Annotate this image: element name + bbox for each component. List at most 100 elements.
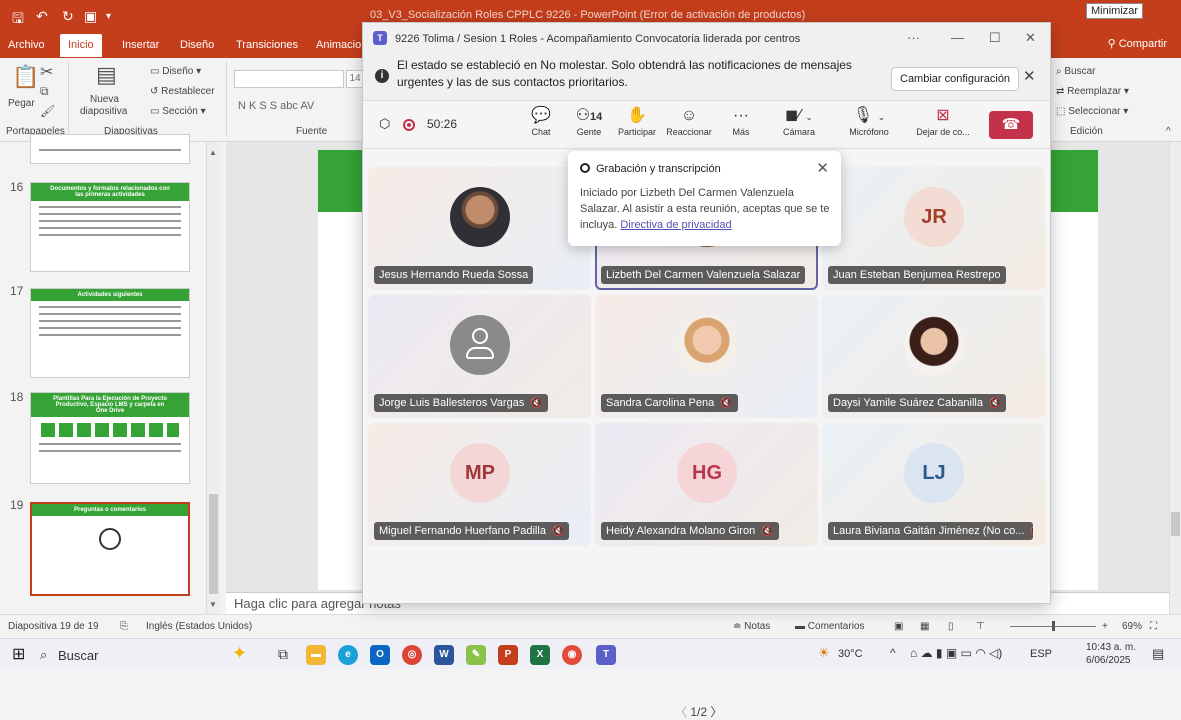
notes-app-icon[interactable]: ✎ [466,645,486,665]
reading-view-icon[interactable]: ▯ [948,621,954,632]
tab-transiciones[interactable]: Transiciones [236,39,298,51]
participant-tile[interactable]: Daysi Yamile Suárez Cabanilla 🔇 [822,295,1045,418]
customize-toolbar-icon[interactable]: ▾ [106,11,111,22]
replace-button[interactable]: ⇄ Reemplazar ▾ [1056,86,1129,97]
scroll-thumb[interactable] [209,494,218,594]
participant-tile[interactable]: Sandra Carolina Pena 🔇 [595,295,818,418]
tab-archivo[interactable]: Archivo [8,39,45,51]
close-icon[interactable]: ✕ [1025,30,1036,46]
input-language[interactable]: ESP [1030,648,1052,660]
zoom-slider-thumb[interactable] [1052,621,1055,631]
tab-animaciones[interactable]: Animacio [316,39,361,51]
thumbnails-scrollbar[interactable]: ▲ ▼ [206,142,220,614]
language-status[interactable]: Inglés (Estados Unidos) [146,621,252,632]
paste-icon[interactable]: 📋 [12,64,39,90]
shield-icon[interactable]: ⬡ [379,116,390,132]
close-banner-icon[interactable]: ✕ [1023,67,1036,85]
slide-scrollbar[interactable] [1169,142,1181,614]
maximize-icon[interactable]: ☐ [989,30,1001,46]
new-slide-icon[interactable]: ▤ [96,62,117,88]
new-slide-label-2[interactable]: diapositiva [80,106,127,117]
privacy-policy-link[interactable]: Directiva de privacidad [620,219,731,231]
excel-icon[interactable]: X [530,645,550,665]
comments-button[interactable]: ▬ Comentarios [795,621,864,632]
slideshow-icon[interactable]: ⊤ [976,621,985,632]
section-button[interactable]: ▭ Sección ▾ [150,106,206,117]
tab-inicio[interactable]: Inicio [60,34,102,57]
reset-button[interactable]: ↺ Restablecer [150,86,215,97]
copy-icon[interactable]: ⧉ [40,84,49,99]
select-button[interactable]: ⬚ Seleccionar ▾ [1056,106,1128,117]
word-icon[interactable]: W [434,645,454,665]
paste-label[interactable]: Pegar [8,98,35,109]
zoom-in-icon[interactable]: + [1102,621,1108,632]
teams-icon[interactable]: T [596,645,616,665]
firefox-icon[interactable]: ◉ [562,645,582,665]
fit-to-window-icon[interactable]: ⛶ [1150,621,1157,632]
participant-tile[interactable]: Jorge Luis Ballesteros Vargas 🔇 [368,295,591,418]
edge-icon[interactable]: e [338,645,358,665]
tray-icons[interactable]: ⌂ ☁ ▮ ▣ ▭ ◠ ◁) [910,646,1002,660]
accessibility-icon[interactable]: ⎘ [120,621,128,632]
participant-tile[interactable]: JR Juan Esteban Benjumea Restrepo [822,167,1045,290]
more-button[interactable]: ··· Más [713,105,769,137]
font-format-buttons[interactable]: N K S S abc AV [238,100,314,112]
slide-thumbnail-15[interactable] [30,134,190,164]
scroll-down-icon[interactable]: ▼ [209,600,217,609]
share-button[interactable]: ⚲ Compartir [1108,37,1167,50]
powerpoint-icon[interactable]: P [498,645,518,665]
stop-sharing-button[interactable]: ⊠ Dejar de co... [915,105,971,137]
tray-chevron-icon[interactable]: ^ [890,646,896,660]
participant-tile[interactable]: HG Heidy Alexandra Molano Giron 🔇 [595,423,818,546]
change-settings-button[interactable]: Cambiar configuración [891,67,1020,91]
outlook-icon[interactable]: O [370,645,390,665]
search-icon[interactable]: ⌕ [40,647,47,663]
participant-tile[interactable]: Jesus Hernando Rueda Sossa [368,167,591,290]
weather-icon[interactable]: ☀ [818,645,830,661]
taskbar-search[interactable]: Buscar [58,648,98,663]
microphone-button[interactable]: 🎙 ⌄ Micrófono [841,105,897,137]
close-notification-icon[interactable]: ✕ [816,159,829,177]
redo-icon[interactable]: ↻ [62,8,74,25]
normal-view-icon[interactable]: ▣ [894,621,903,632]
weather-temp[interactable]: 30°C [838,648,863,660]
hang-up-button[interactable]: ☎ [989,111,1033,139]
react-button[interactable]: ☺ Reaccionar [661,105,717,137]
more-options-icon[interactable]: ··· [907,30,920,45]
clock-date[interactable]: 6/06/2025 [1086,655,1131,666]
slide-thumbnail-19[interactable]: Preguntas o comentarios [30,502,190,596]
scroll-up-icon[interactable]: ▲ [209,148,217,157]
cut-icon[interactable]: ✂ [40,62,53,82]
save-icon[interactable]: 🖫 [12,8,24,32]
find-button[interactable]: ⌕ Buscar [1056,66,1096,77]
participant-tile[interactable]: MP Miguel Fernando Huerfano Padilla 🔇 [368,423,591,546]
copilot-sparkle-icon[interactable]: ✦ [232,643,247,664]
file-explorer-icon[interactable]: ▬ [306,645,326,665]
format-painter-icon[interactable]: 🖌 [40,104,55,118]
new-slide-label[interactable]: Nueva [90,94,119,105]
start-from-beginning-icon[interactable]: ▣ [84,8,97,25]
tab-insertar[interactable]: Insertar [122,39,159,51]
next-page-icon[interactable]: 〉 [710,705,722,719]
task-view-icon[interactable]: ⧉ [278,646,288,663]
clock-time[interactable]: 10:43 a. m. [1086,642,1136,653]
camera-button[interactable]: ◼⁄ ⌄ Cámara [771,105,827,137]
raise-hand-button[interactable]: ✋ Participar [609,105,665,137]
tab-diseno[interactable]: Diseño [180,39,214,51]
slide-sorter-icon[interactable]: ▦ [920,621,929,632]
previous-page-icon[interactable]: 〈 [675,705,687,719]
recording-icon[interactable] [403,119,415,131]
minimize-icon[interactable]: — [951,30,964,45]
font-name-input[interactable] [234,70,344,88]
slide-thumbnail-18[interactable]: Plantillas Para la Ejecución de Proyecto… [30,392,190,484]
notification-icon[interactable]: ▤ [1152,646,1164,662]
notes-button[interactable]: ≐ Notas [733,621,770,632]
slide-thumbnail-16[interactable]: Documentos y formatos relacionados con l… [30,182,190,272]
collapse-ribbon-icon[interactable]: ^ [1166,126,1171,137]
scroll-thumb[interactable] [1171,512,1180,536]
layout-button[interactable]: ▭ Diseño ▾ [150,66,201,77]
undo-icon[interactable]: ↶ [36,8,48,25]
windows-start-icon[interactable]: ⊞ [12,644,25,664]
zoom-level[interactable]: 69% [1122,621,1142,632]
slide-thumbnail-17[interactable]: Actividades siguientes [30,288,190,378]
